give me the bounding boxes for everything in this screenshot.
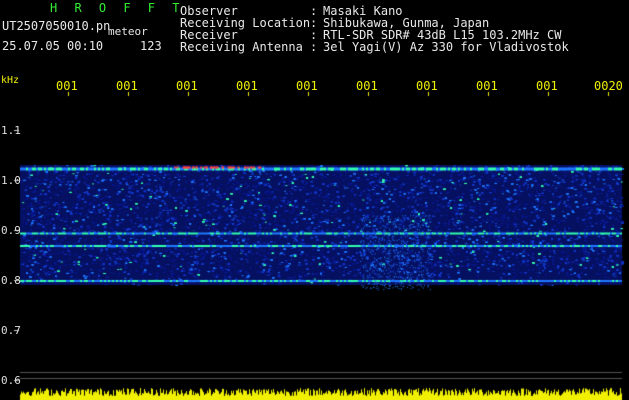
x-tick-label: 001 — [296, 79, 318, 93]
y-tick-label: 0.8 — [1, 274, 21, 287]
y-axis-unit: kHz — [1, 75, 20, 86]
timestamp: 25.07.05 00:10 — [2, 39, 104, 53]
x-tick-label: 001 — [236, 79, 258, 93]
x-tick-label: 001 — [476, 79, 498, 93]
meteor-count: 123 — [140, 39, 162, 53]
info-value: 3el Yagi(V) Az 330 for Vladivostok — [323, 40, 569, 54]
y-tick-label: 1.1 — [1, 124, 21, 137]
y-tick-label: 0.9 — [1, 224, 21, 237]
spectrogram-canvas — [0, 0, 629, 400]
info-separator: : — [310, 40, 318, 54]
y-tick-label: 0.7 — [1, 324, 21, 337]
info-label: Receiving Antenna — [180, 40, 303, 54]
x-tick-label: 001 — [416, 79, 438, 93]
y-tick-label: 0.6 — [1, 374, 21, 387]
x-tick-label: 001 — [116, 79, 138, 93]
x-tick-label: 0020 — [594, 79, 623, 93]
brand-title: H R O F F T — [50, 1, 185, 15]
x-tick-label: 001 — [536, 79, 558, 93]
station-info-table: Observer : Masaki Kano Receiving Locatio… — [180, 5, 569, 53]
info-row-antenna: Receiving Antenna : 3el Yagi(V) Az 330 f… — [180, 41, 569, 53]
detection-type-label: meteor — [108, 25, 148, 38]
x-tick-label: 001 — [176, 79, 198, 93]
y-tick-label: 1.0 — [1, 174, 21, 187]
file-name: UT2507050010.pn — [2, 19, 111, 33]
x-tick-label: 001 — [56, 79, 78, 93]
x-tick-label: 001 — [356, 79, 378, 93]
